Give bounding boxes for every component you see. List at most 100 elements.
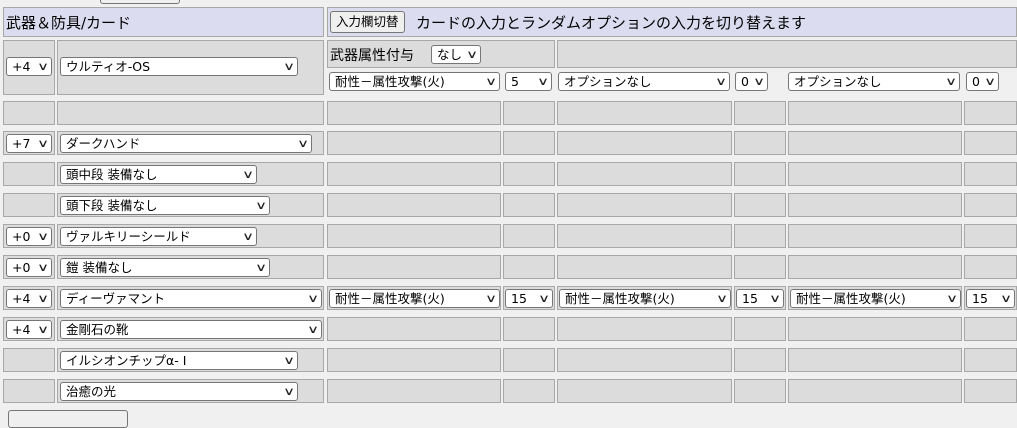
equip-opt-cell xyxy=(788,348,962,372)
spacer-cell-3 xyxy=(327,101,501,125)
chevron-down-icon: ∨ xyxy=(983,75,997,88)
chevron-down-icon: ∨ xyxy=(254,199,268,212)
chevron-down-icon: ∨ xyxy=(282,60,296,73)
equip-opt-cell xyxy=(788,162,962,186)
equip-opt-cell: 耐性－属性攻撃(火) ∨ xyxy=(327,286,501,310)
chevron-down-icon: ∨ xyxy=(945,292,959,305)
equip-refine-select[interactable]: +0 ∨ xyxy=(6,258,52,277)
chevron-down-icon: ∨ xyxy=(306,323,320,336)
equip-opt-cell xyxy=(734,348,786,372)
spacer-cell-7 xyxy=(788,101,962,125)
equip-opt-cell xyxy=(503,379,555,403)
equip-opt-cell xyxy=(503,224,555,248)
equip-refine-cell: +7 ∨ xyxy=(3,131,55,155)
equip-name-select[interactable]: 頭中段 装備なし ∨ xyxy=(60,165,257,184)
chevron-down-icon: ∨ xyxy=(241,230,255,243)
equip-opt-cell xyxy=(964,348,1017,372)
equip-name-select[interactable]: 鎧 装備なし ∨ xyxy=(60,258,270,277)
equip-opt-cell: 15 ∨ xyxy=(734,286,786,310)
chevron-down-icon: ∨ xyxy=(714,75,728,88)
equip-name-cell: ダークハンド ∨ xyxy=(57,131,324,155)
equip-opt-cell xyxy=(503,255,555,279)
equip-refine-select[interactable]: +4 ∨ xyxy=(6,320,52,339)
equip-name-cell: 金剛石の靴 ∨ xyxy=(57,317,324,341)
equip-opt-cell xyxy=(734,317,786,341)
mantle-option-2-select[interactable]: 耐性－属性攻撃(火) ∨ xyxy=(559,289,731,308)
equip-opt-cell xyxy=(503,348,555,372)
equip-opt-cell xyxy=(734,131,786,155)
input-toggle-button[interactable]: 入力欄切替 xyxy=(330,11,405,33)
equip-opt-cell: 15 ∨ xyxy=(964,286,1017,310)
equip-refine-cell xyxy=(3,348,55,372)
chevron-down-icon: ∨ xyxy=(36,137,50,150)
weapon-element-cell: 武器属性付与 なし ∨ xyxy=(327,40,555,68)
equip-opt-cell xyxy=(503,193,555,217)
equip-opt-cell xyxy=(327,317,501,341)
equip-opt-cell xyxy=(557,224,732,248)
equip-opt-cell xyxy=(557,131,732,155)
equip-name-cell: 頭下段 装備なし ∨ xyxy=(57,193,324,217)
equip-refine-select[interactable]: +0 ∨ xyxy=(6,227,52,246)
bottom-partial-button[interactable] xyxy=(8,410,128,428)
equip-opt-cell xyxy=(788,379,962,403)
equip-refine-cell xyxy=(3,193,55,217)
weapon-option-1-select[interactable]: 耐性－属性攻撃(火) ∨ xyxy=(329,72,500,91)
weapon-option-2-select[interactable]: オプションなし ∨ xyxy=(558,72,730,91)
equip-name-select[interactable]: ディーヴァマント ∨ xyxy=(60,289,322,308)
equip-refine-cell: +0 ∨ xyxy=(3,255,55,279)
equip-name-cell: 頭中段 装備なし ∨ xyxy=(57,162,324,186)
equip-opt-cell xyxy=(788,131,962,155)
equip-name-select[interactable]: 治癒の光 ∨ xyxy=(60,382,298,401)
chevron-down-icon: ∨ xyxy=(715,292,729,305)
chevron-down-icon: ∨ xyxy=(36,60,50,73)
weapon-name-select[interactable]: ウルティオ-OS ∨ xyxy=(60,57,298,76)
weapon-name-cell: ウルティオ-OS ∨ xyxy=(57,40,324,95)
equip-opt-cell xyxy=(964,255,1017,279)
weapon-empty-cell xyxy=(557,40,1017,68)
equip-opt-cell xyxy=(734,224,786,248)
weapon-option-3-value[interactable]: 0 ∨ xyxy=(966,72,999,91)
equip-name-select[interactable]: イルシオンチップα- I ∨ xyxy=(60,351,298,370)
equip-opt-cell xyxy=(557,317,732,341)
equip-opt-cell xyxy=(327,131,501,155)
equip-name-select[interactable]: ヴァルキリーシールド ∨ xyxy=(60,227,257,246)
top-partial-button[interactable] xyxy=(100,0,180,4)
chevron-down-icon: ∨ xyxy=(484,75,498,88)
equip-name-select[interactable]: ダークハンド ∨ xyxy=(60,134,312,153)
equip-name-cell: 鎧 装備なし ∨ xyxy=(57,255,324,279)
weapon-option-2-value[interactable]: 0 ∨ xyxy=(735,72,768,91)
equip-opt-cell xyxy=(788,193,962,217)
mantle-option-1-value[interactable]: 15 ∨ xyxy=(505,289,553,308)
equip-name-select[interactable]: 金剛石の靴 ∨ xyxy=(60,320,322,339)
equip-opt-cell xyxy=(788,317,962,341)
chevron-down-icon: ∨ xyxy=(254,261,268,274)
chevron-down-icon: ∨ xyxy=(36,323,50,336)
mantle-option-2-value[interactable]: 15 ∨ xyxy=(736,289,784,308)
equip-opt-cell: 15 ∨ xyxy=(503,286,555,310)
weapon-option-1-value[interactable]: 5 ∨ xyxy=(505,72,552,91)
equip-refine-select[interactable]: +4 ∨ xyxy=(6,289,52,308)
spacer-cell-1 xyxy=(3,101,55,125)
equip-opt-cell xyxy=(734,193,786,217)
chevron-down-icon: ∨ xyxy=(465,48,479,61)
header-title-cell: 武器＆防具/カード xyxy=(3,7,324,37)
equip-opt-cell xyxy=(327,193,501,217)
spacer-cell-2 xyxy=(57,101,324,125)
weapon-option-3-select[interactable]: オプションなし ∨ xyxy=(788,72,960,91)
weapon-refine-select[interactable]: +4 ∨ xyxy=(6,57,52,76)
equip-refine-cell xyxy=(3,379,55,403)
equip-name-select[interactable]: 頭下段 装備なし ∨ xyxy=(60,196,270,215)
mantle-option-3-select[interactable]: 耐性－属性攻撃(火) ∨ xyxy=(790,289,961,308)
equip-refine-cell xyxy=(3,162,55,186)
mantle-option-3-value[interactable]: 15 ∨ xyxy=(966,289,1015,308)
equip-opt-cell xyxy=(964,193,1017,217)
equip-opt-cell xyxy=(503,162,555,186)
equip-refine-select[interactable]: +7 ∨ xyxy=(6,134,52,153)
equip-opt-cell xyxy=(557,193,732,217)
equip-opt-cell xyxy=(327,255,501,279)
equip-opt-cell xyxy=(964,162,1017,186)
spacer-cell-6 xyxy=(734,101,786,125)
mantle-option-1-select[interactable]: 耐性－属性攻撃(火) ∨ xyxy=(329,289,500,308)
equip-name-cell: ディーヴァマント ∨ xyxy=(57,286,324,310)
weapon-element-select[interactable]: なし ∨ xyxy=(431,45,481,64)
